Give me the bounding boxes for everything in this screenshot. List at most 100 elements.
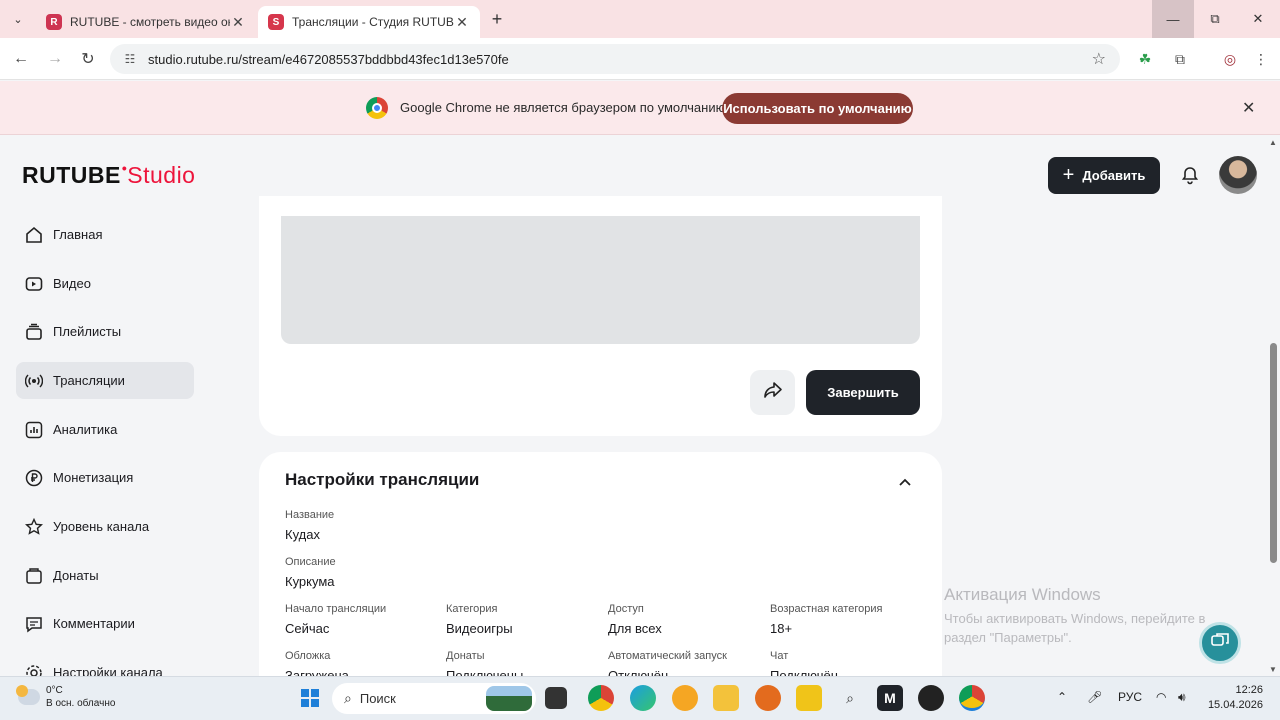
sidebar-item-label: Аналитика: [53, 422, 118, 437]
rutube-studio-logo[interactable]: RUTUBE • Studio: [22, 160, 195, 189]
scroll-down-icon[interactable]: ▼: [1269, 665, 1277, 674]
taskbar-clock[interactable]: 12:26 15.04.2026: [1205, 683, 1263, 713]
field-label: Название: [285, 509, 335, 521]
game-app-icon[interactable]: [796, 685, 822, 711]
field-value: Видеоигры: [446, 621, 513, 636]
profile-icon[interactable]: ◎: [1218, 47, 1242, 71]
page-scrollbar[interactable]: ▲ ▼: [1266, 136, 1280, 676]
tab-search-dropdown-icon[interactable]: ⌄: [6, 7, 30, 31]
sidebar-item-label: Монетизация: [53, 470, 134, 485]
site-info-icon[interactable]: ☷: [122, 51, 138, 67]
stream-settings-card: Настройки трансляции Название Кудах Опис…: [259, 452, 942, 676]
tab-rutube[interactable]: R RUTUBE - смотреть видео онлайн ✕: [36, 6, 256, 38]
language-indicator[interactable]: РУС: [1118, 690, 1142, 704]
minimize-window-icon[interactable]: —: [1152, 0, 1194, 38]
analytics-icon: [24, 420, 44, 440]
sidebar-item-broadcasts[interactable]: Трансляции: [16, 362, 194, 399]
notion-like-app-icon[interactable]: M: [877, 685, 903, 711]
url-text: studio.rutube.ru/stream/e4672085537bddbb…: [148, 51, 509, 67]
windows-activation-watermark: Активация Windows Чтобы активировать Win…: [944, 585, 1205, 647]
back-icon[interactable]: ←: [9, 47, 33, 71]
browser-toolbar: ← → ↻ ☷ studio.rutube.ru/stream/e4672085…: [0, 38, 1280, 80]
search-placeholder: Поиск: [359, 691, 396, 706]
browser-tab-bar: ⌄ R RUTUBE - смотреть видео онлайн ✕ S Т…: [0, 0, 1280, 38]
support-chat-button[interactable]: [1199, 622, 1241, 664]
field-value: Подключён: [770, 668, 838, 676]
field-chat: Чат Подключён: [770, 650, 838, 676]
yandex-music-icon[interactable]: [672, 685, 698, 711]
restore-window-icon[interactable]: ⧉: [1194, 0, 1236, 38]
field-label: Описание: [285, 556, 336, 568]
rutube-studio-icon: S: [268, 14, 284, 30]
sidebar-item-home[interactable]: Главная: [16, 216, 194, 253]
sidebar-item-playlists[interactable]: Плейлисты: [16, 313, 194, 350]
chrome-active-icon[interactable]: [959, 685, 985, 711]
windows-start-icon[interactable]: [297, 685, 323, 711]
new-tab-icon[interactable]: +: [486, 8, 508, 30]
scroll-up-icon[interactable]: ▲: [1269, 138, 1277, 147]
logo-rutube-text: RUTUBE: [22, 162, 121, 188]
close-window-icon[interactable]: ✕: [1237, 0, 1279, 38]
reload-icon[interactable]: ↻: [76, 47, 100, 71]
watermark-text: Чтобы активировать Windows, перейдите в …: [944, 609, 1205, 647]
field-value: Кудах: [285, 527, 320, 542]
sidebar-item-analytics[interactable]: Аналитика: [16, 411, 194, 448]
plus-icon: +: [1062, 164, 1075, 186]
stream-card: Завершить: [259, 196, 942, 436]
comments-icon: [24, 614, 44, 634]
broadcast-icon: [24, 371, 44, 391]
sidebar-item-label: Трансляции: [53, 373, 125, 388]
task-view-icon[interactable]: [545, 687, 567, 709]
set-default-button[interactable]: Использовать по умолчанию: [722, 93, 913, 124]
close-tab-icon[interactable]: ✕: [454, 14, 470, 31]
infobar-message: Google Chrome не является браузером по у…: [400, 100, 729, 115]
fl-studio-icon[interactable]: [755, 685, 781, 711]
sidebar-item-channel-level[interactable]: Уровень канала: [16, 508, 194, 545]
address-bar[interactable]: ☷ studio.rutube.ru/stream/e4672085537bdd…: [110, 44, 1120, 74]
wifi-icon[interactable]: ◠: [1156, 690, 1166, 704]
donate-icon: [24, 566, 44, 586]
field-value: Загружена: [285, 668, 349, 676]
watermark-line: раздел "Параметры".: [944, 630, 1072, 645]
cloud-sun-icon: [16, 685, 40, 705]
tab-rutube-studio[interactable]: S Трансляции - Студия RUTUBE ✕: [258, 6, 480, 38]
edge-icon[interactable]: [630, 685, 656, 711]
logo-dot: •: [121, 160, 128, 176]
bookmark-star-icon[interactable]: ☆: [1092, 49, 1106, 69]
field-label: Категория: [446, 603, 498, 615]
share-icon: [763, 380, 783, 405]
chevron-up-icon[interactable]: [895, 472, 915, 492]
volume-icon[interactable]: 🔊︎: [1178, 690, 1186, 705]
close-tab-icon[interactable]: ✕: [230, 14, 246, 31]
taskbar-search[interactable]: ⌕ Поиск: [332, 683, 536, 714]
field-label: Чат: [770, 650, 789, 662]
sidebar-item-label: Главная: [53, 227, 103, 242]
magnifier-app-icon[interactable]: ⌕: [837, 685, 863, 711]
chevron-up-tray-icon[interactable]: ⌃: [1057, 690, 1067, 704]
scrollbar-thumb[interactable]: [1270, 343, 1277, 563]
extension-icon[interactable]: ☘: [1133, 47, 1157, 71]
search-icon: ⌕: [344, 690, 352, 706]
sidebar-item-monetization[interactable]: Монетизация: [16, 459, 194, 496]
chrome-menu-icon[interactable]: ⋮: [1249, 47, 1273, 71]
sidebar-item-donates[interactable]: Донаты: [16, 557, 194, 594]
file-explorer-icon[interactable]: [713, 685, 739, 711]
extensions-puzzle-icon[interactable]: ⧉: [1168, 47, 1192, 71]
sidebar-item-video[interactable]: Видео: [16, 265, 194, 302]
forward-icon[interactable]: →: [43, 47, 67, 71]
avatar[interactable]: [1219, 156, 1257, 194]
bell-icon[interactable]: [1178, 163, 1202, 187]
add-button[interactable]: + Добавить: [1048, 157, 1160, 194]
weather-widget[interactable]: 0°C В осн. облачно: [16, 684, 115, 710]
chrome-taskbar-icon[interactable]: [588, 685, 614, 711]
share-button[interactable]: [750, 370, 795, 415]
field-value: Для всех: [608, 621, 662, 636]
field-autostart: Автоматический запуск Отключён: [608, 650, 727, 676]
sidebar-item-comments[interactable]: Комментарии: [16, 605, 194, 642]
close-infobar-icon[interactable]: ✕: [1242, 98, 1255, 118]
sidebar-item-label: Донаты: [53, 568, 99, 583]
sidebar-item-channel-settings[interactable]: Настройки канала: [16, 654, 194, 676]
obs-icon[interactable]: [918, 685, 944, 711]
microphone-icon[interactable]: 🎤︎: [1087, 690, 1102, 704]
end-stream-button[interactable]: Завершить: [806, 370, 920, 415]
